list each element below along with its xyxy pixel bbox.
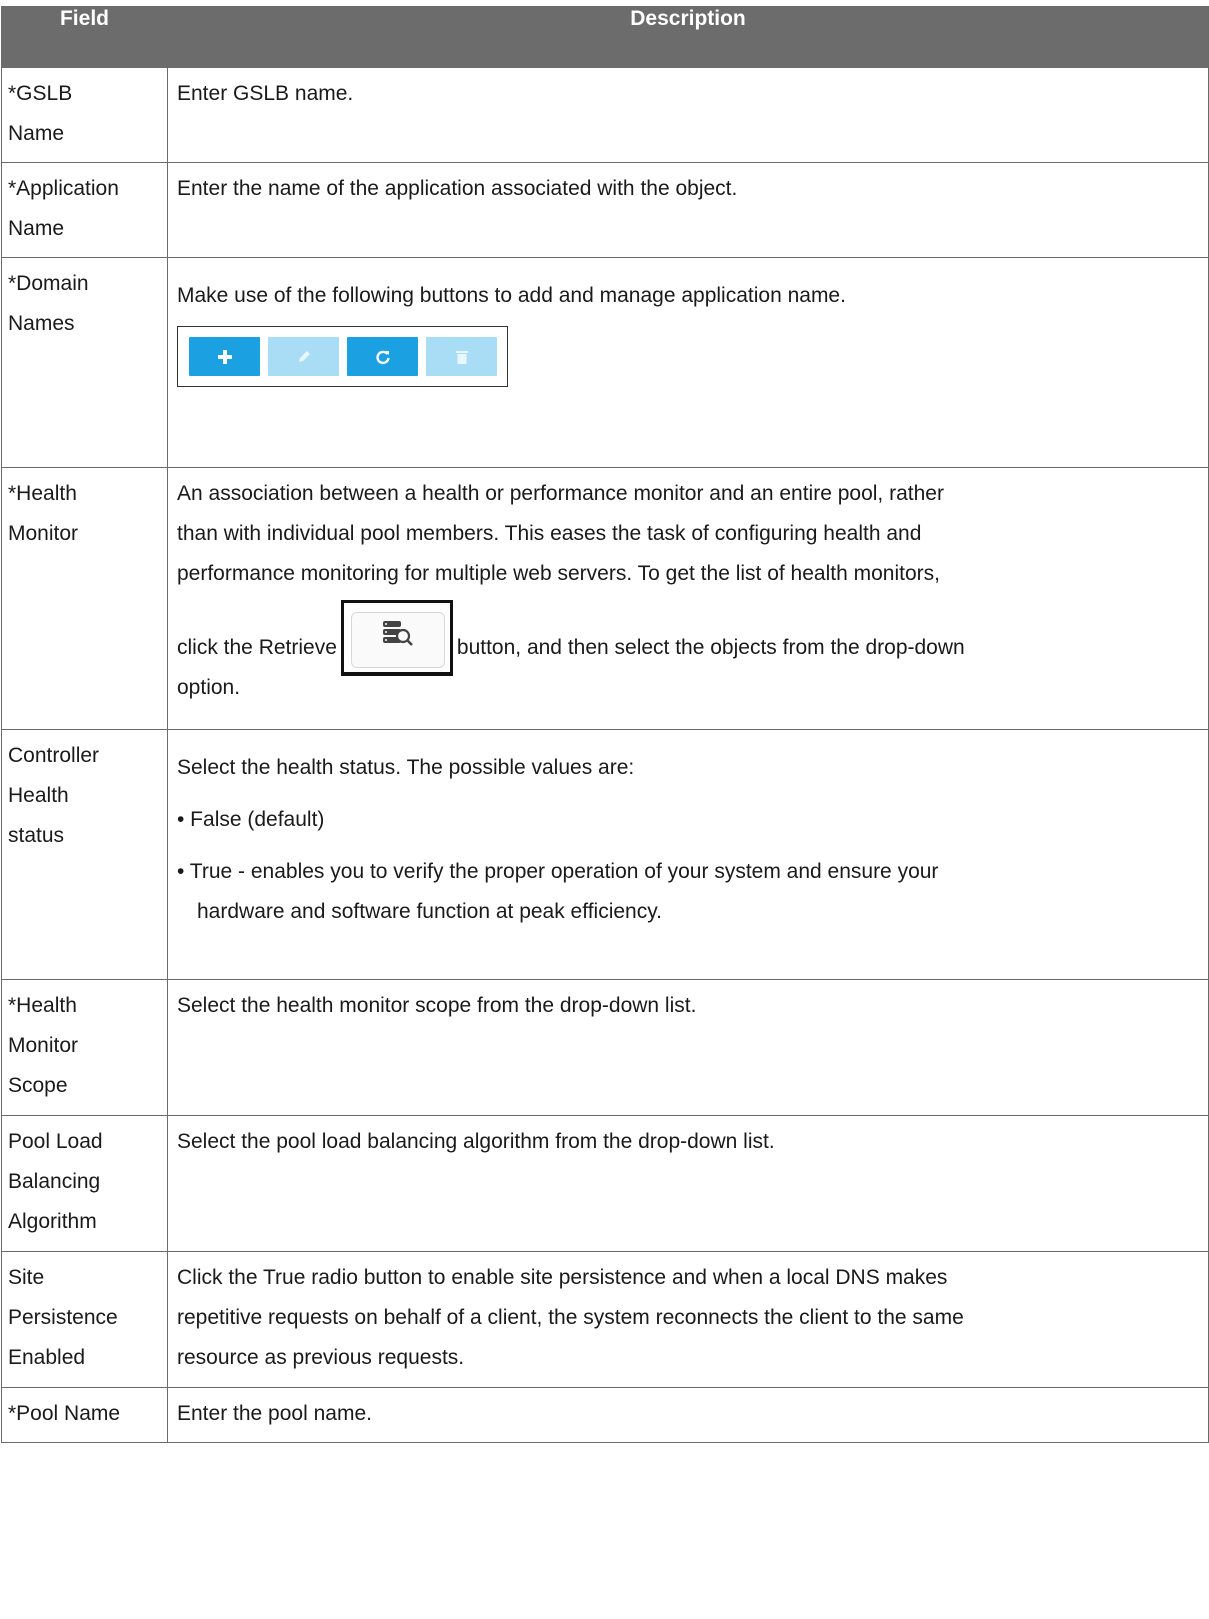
table-row: Controller Health status Select the heal… <box>1 729 1209 980</box>
table-row: *Domain Names Make use of the following … <box>1 257 1209 468</box>
edit-button[interactable] <box>268 337 339 376</box>
delete-button[interactable] <box>426 337 497 376</box>
field-cell: Site Persistence Enabled <box>1 1251 168 1388</box>
description-cell: Select the pool load balancing algorithm… <box>167 1115 1209 1252</box>
description-cell: Select the health monitor scope from the… <box>167 979 1209 1116</box>
plus-icon <box>217 349 232 364</box>
list-item: • False (default) <box>177 808 325 831</box>
header-description: Description <box>167 6 1209 68</box>
field-cell: *Domain Names <box>1 257 168 468</box>
header-field: Field <box>1 6 168 68</box>
description-cell: Select the health status. The possible v… <box>167 729 1209 980</box>
retrieve-button[interactable] <box>350 612 445 668</box>
field-cell: *Health Monitor Scope <box>1 979 168 1116</box>
trash-icon <box>455 350 468 364</box>
field-cell: *Application Name <box>1 162 168 258</box>
description-cell: Enter the pool name. <box>167 1387 1209 1443</box>
table-row: *Pool Name Enter the pool name. <box>1 1387 1209 1443</box>
field-cell: Controller Health status <box>1 729 168 980</box>
description-cell: An association between a health or perfo… <box>167 467 1209 730</box>
field-description-table: Field Description *GSLB Name Enter GSLB … <box>1 6 1209 1443</box>
table-row: *Application Name Enter the name of the … <box>1 162 1209 258</box>
description-cell: Click the True radio button to enable si… <box>167 1251 1209 1388</box>
refresh-icon <box>375 350 390 364</box>
header-row: Field Description <box>1 6 1209 68</box>
retrieve-button-image <box>340 600 453 676</box>
description-cell: Enter GSLB name. <box>167 67 1209 163</box>
server-search-icon <box>382 621 413 646</box>
field-cell: *Pool Name <box>1 1387 168 1443</box>
description-cell: Make use of the following buttons to add… <box>167 257 1209 468</box>
add-button[interactable] <box>189 337 260 376</box>
domain-toolbar <box>177 326 508 387</box>
list-item: • True - enables you to verify the prope… <box>177 860 939 923</box>
pencil-icon <box>298 350 310 362</box>
table-row: *GSLB Name Enter GSLB name. <box>1 67 1209 163</box>
field-cell: *GSLB Name <box>1 67 168 163</box>
table-row: *Health Monitor Scope Select the health … <box>1 979 1209 1116</box>
field-cell: Pool Load Balancing Algorithm <box>1 1115 168 1252</box>
table-row: Site Persistence Enabled Click the True … <box>1 1251 1209 1388</box>
table-row: Pool Load Balancing Algorithm Select the… <box>1 1115 1209 1252</box>
field-cell: *Health Monitor <box>1 467 168 730</box>
refresh-button[interactable] <box>347 337 418 376</box>
description-cell: Enter the name of the application associ… <box>167 162 1209 258</box>
table-row: *Health Monitor An association between a… <box>1 467 1209 730</box>
